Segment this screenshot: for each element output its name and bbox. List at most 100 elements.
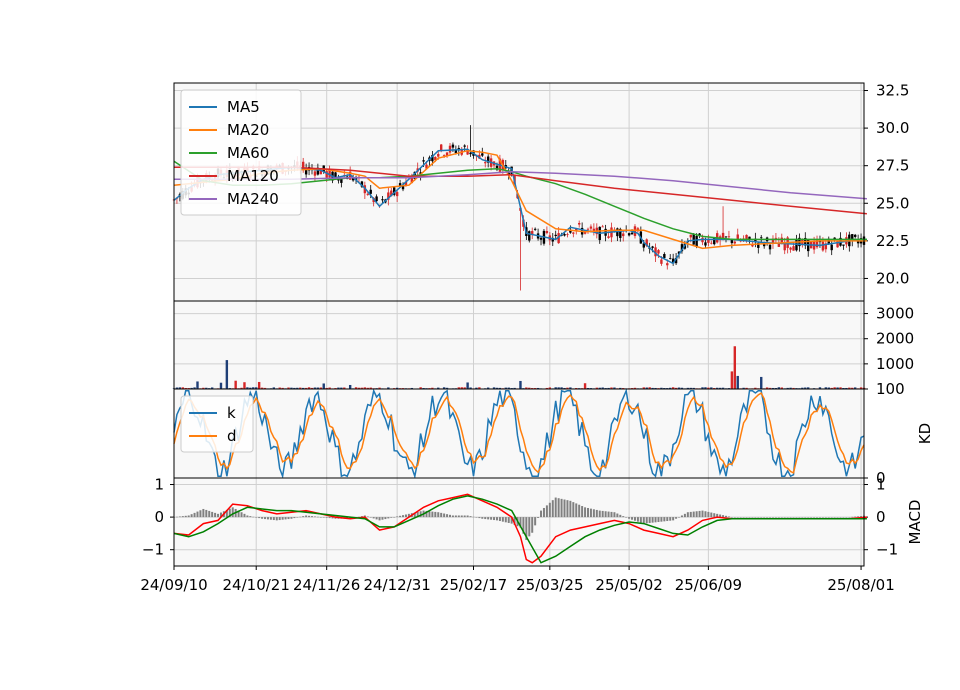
macd-left-tick-label-0: 1 [154,476,164,494]
macd-histogram-bar [404,514,407,518]
macd-histogram-bar [845,517,848,518]
price-candle-body [663,254,666,258]
macd-histogram-bar [557,498,560,518]
macd-histogram-bar [302,516,305,518]
price-candle-body [853,234,857,237]
macd-histogram-bar [622,516,625,518]
x-tick-label-3: 24/12/31 [363,576,430,594]
volume-bar [733,346,737,389]
macd-histogram-bar [669,517,672,521]
macd-histogram-bar [745,517,748,518]
volume-bar [225,360,229,389]
macd-histogram-bar [475,517,478,518]
macd-histogram-bar [730,517,733,518]
macd-histogram-bar [399,515,402,518]
macd-histogram-bar [566,500,569,518]
macd-histogram-bar [196,511,199,518]
macd-histogram-bar [713,513,716,518]
macd-histogram-bar [675,517,678,519]
macd-histogram-bar [542,507,545,518]
macd-histogram-bar [469,516,472,518]
x-tick-label-0: 24/09/10 [140,576,207,594]
macd-histogram-bar [366,516,369,518]
macd-histogram-bar [836,517,839,518]
macd-histogram-bar [610,511,613,518]
macd-histogram-bar [774,517,777,518]
macd-histogram-bar [660,517,663,522]
kd-panel: 0100kd KD [173,380,934,487]
macd-histogram-bar [534,517,537,526]
macd-ytick-label-2: −1 [876,541,898,559]
macd-histogram-bar [554,497,557,518]
price-ytick-label-3: 27.5 [876,157,909,175]
macd-histogram-bar [842,517,845,518]
price-candle-body [381,199,384,201]
macd-histogram-bar [801,517,804,518]
macd-histogram-bar [393,517,396,518]
macd-histogram-bar [269,517,272,520]
kd-legend-label-d: d [227,427,237,445]
volume-ytick-label-2: 3000 [876,305,914,323]
price-panel: 20.0 22.5 25.0 27.5 30.0 32.5 MA5 MA20 MA60 MA120… [172,82,909,302]
macd-histogram-bar [472,516,475,518]
macd-histogram-bar [249,516,252,518]
macd-histogram-bar [184,515,187,518]
macd-histogram-bar [545,505,548,518]
macd-histogram-bar [830,517,833,518]
price-candle-body [830,244,833,251]
macd-histogram-bar [384,517,387,520]
price-ytick-label-2: 25.0 [876,194,909,212]
macd-histogram-bar [264,517,267,520]
price-candle-body [554,234,557,237]
macd-histogram-bar [217,513,220,518]
macd-histogram-bar [431,511,434,518]
macd-histogram-bar [569,500,572,518]
macd-histogram-bar [604,511,607,518]
macd-histogram-bar [625,517,628,518]
macd-histogram-bar [821,517,824,518]
macd-histogram-bar [633,517,636,521]
macd-histogram-bar [792,517,795,518]
macd-histogram-bar [857,516,860,518]
macd-histogram-bar [466,515,469,518]
price-candle-body [745,234,748,239]
macd-histogram-bar [437,512,440,518]
macd-histogram-bar [208,510,211,518]
macd-histogram-bar [272,517,275,521]
macd-histogram-bar [639,517,642,523]
macd-ytick-label-1: 0 [876,508,886,526]
macd-histogram-bar [551,500,554,518]
macd-histogram-bar [783,517,786,518]
macd-histogram-bar [575,503,578,518]
macd-histogram-bar [578,504,581,518]
macd-histogram-bar [739,517,742,518]
macd-histogram-bar [181,516,184,518]
macd-histogram-bar [316,516,319,518]
macd-histogram-bar [854,516,857,518]
volume-bar [348,384,352,389]
price-candle-body [601,226,604,228]
macd-histogram-bar [816,517,819,518]
macd-histogram-bar [771,517,774,518]
macd-histogram-bar [261,517,264,519]
macd-histogram-bar [589,508,592,518]
macd-histogram-bar [689,511,692,518]
macd-left-tick-label-1: 0 [154,508,164,526]
price-candle-body [334,172,337,177]
macd-panel: 1 0 −1 1 0 −1 MACD [142,476,924,567]
price-candle-body [768,244,772,250]
macd-histogram-bar [725,515,727,518]
price-candle-body [528,231,531,241]
macd-histogram-bar [839,517,842,518]
price-candle-body [481,153,484,156]
price-legend-label-ma120: MA120 [227,167,279,185]
price-ytick-label-0: 20.0 [876,269,909,287]
price-candle-body [724,236,728,238]
macd-histogram-bar [313,516,316,518]
macd-histogram-bar [607,511,610,518]
macd-histogram-bar [786,517,789,518]
macd-histogram-bar [193,512,196,518]
macd-histogram-bar [255,517,258,518]
kd-background [174,389,864,478]
macd-histogram-bar [710,512,713,518]
